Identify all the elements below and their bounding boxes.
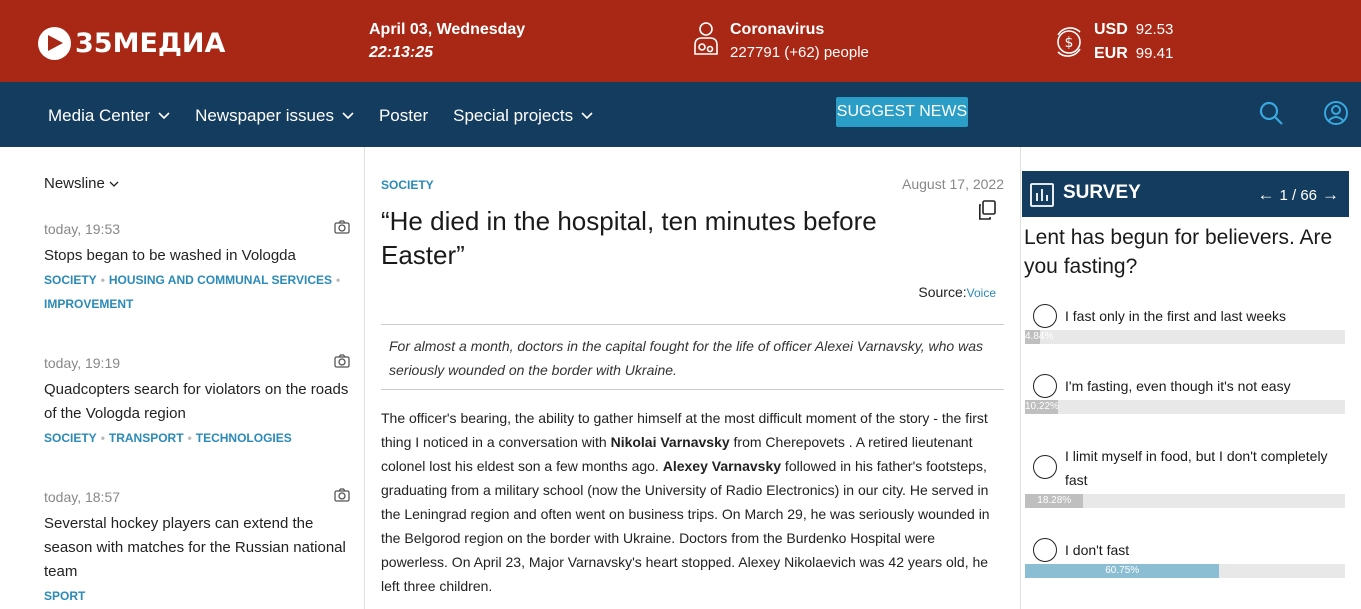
radio-button[interactable] (1033, 455, 1057, 479)
result-bar: 4.84% (1025, 330, 1345, 344)
person-name: Alexey Varnavsky (662, 458, 782, 474)
search-icon[interactable] (1258, 100, 1284, 126)
chevron-down-icon (581, 112, 593, 120)
chevron-down-icon (158, 112, 170, 120)
currency-usd: USD 92.53 (1094, 21, 1174, 38)
person-virus-icon (694, 22, 718, 55)
nav-special-projects[interactable]: Special projects (453, 106, 593, 126)
news-title[interactable]: Quadcopters search for violators on the … (44, 378, 356, 426)
news-time: today, 19:19 (44, 355, 121, 371)
article: SOCIETY August 17, 2022 “He died in the … (381, 147, 1004, 609)
camera-icon (334, 488, 350, 502)
newsline-header[interactable]: Newsline (44, 175, 119, 192)
currency-widget: $ USD 92.53 EUR 99.41 (1052, 21, 1173, 69)
chevron-down-icon (109, 181, 119, 187)
survey-header: SURVEY ← 1 / 66 → (1022, 171, 1349, 217)
article-title: “He died in the hospital, ten minutes be… (381, 206, 877, 270)
coronavirus-count: 227791 (+62) people (730, 44, 869, 61)
article-body: The officer's bearing, the ability to ga… (381, 410, 990, 594)
person-name: Nikolai Varnavsky (610, 434, 730, 450)
nav-newspaper-issues[interactable]: Newspaper issues (195, 106, 354, 126)
svg-text:$: $ (1065, 35, 1074, 51)
survey-pager: ← 1 / 66 → (1257, 185, 1339, 205)
camera-icon (334, 220, 350, 234)
newsline-item[interactable]: today, 19:53 Stops began to be washed in… (44, 220, 356, 316)
option-label: I fast only in the first and last weeks (1065, 308, 1286, 324)
news-time: today, 18:57 (44, 489, 121, 505)
result-percent: 10.22% (1025, 401, 1059, 412)
result-bar: 60.75% (1025, 564, 1345, 578)
radio-button[interactable] (1033, 374, 1057, 398)
article-section-link[interactable]: SOCIETY (381, 178, 434, 192)
result-percent: 4.84% (1025, 331, 1054, 342)
current-date: April 03, Wednesday (369, 21, 526, 38)
result-bar: 18.28% (1025, 494, 1345, 508)
newsline-panel: Newsline today, 19:53 Stops began to be … (0, 147, 365, 609)
coronavirus-title: Coronavirus (730, 21, 825, 38)
arrow-left-icon[interactable]: ← (1257, 185, 1274, 205)
nav-media-center[interactable]: Media Center (48, 106, 170, 126)
newsline-item[interactable]: today, 18:57 Severstal hockey players ca… (44, 488, 356, 608)
suggest-news-button[interactable]: SUGGEST NEWS (836, 97, 968, 127)
coronavirus-widget[interactable]: Coronavirus 227791 (+62) people (693, 21, 869, 61)
tag-link[interactable]: SOCIETY (44, 273, 97, 287)
site-logo[interactable]: 35МЕДИА (38, 27, 225, 60)
survey-panel: SURVEY ← 1 / 66 → Lent has begun for bel… (1020, 147, 1361, 609)
survey-question: Lent has begun for believers. Are you fa… (1024, 226, 1333, 278)
radio-button[interactable] (1033, 304, 1057, 328)
option-label: I don't fast (1065, 542, 1130, 558)
option-label: I limit myself in food, but I don't comp… (1065, 448, 1328, 488)
chevron-down-icon (342, 112, 354, 120)
survey-label: SURVEY (1063, 182, 1141, 203)
result-percent: 60.75% (1105, 565, 1140, 576)
news-title[interactable]: Stops began to be washed in Vologda (44, 244, 356, 268)
newsline-item[interactable]: today, 19:19 Quadcopters search for viol… (44, 354, 356, 450)
main-navigation: Media Center Newspaper issues Poster Spe… (0, 82, 1361, 147)
logo-mark-icon (38, 27, 71, 60)
article-lead: For almost a month, doctors in the capit… (381, 324, 1004, 390)
survey-page-count: 1 / 66 (1279, 186, 1317, 204)
article-date: August 17, 2022 (902, 176, 1004, 192)
copy-icon[interactable] (978, 200, 996, 220)
news-tags: SOCIETY • HOUSING AND COMMUNAL SERVICES • IM… (44, 273, 341, 311)
arrow-right-icon[interactable]: → (1322, 185, 1339, 205)
tag-link[interactable]: HOUSING AND COMMUNAL SERVICES (109, 273, 332, 287)
result-percent: 18.28% (1037, 495, 1072, 506)
top-header-bar: 35МЕДИА April 03, Wednesday 22:13:25 Cor… (0, 0, 1361, 82)
news-tags: SPORT (44, 584, 356, 608)
option-label: I'm fasting, even though it's not easy (1065, 378, 1291, 394)
news-tags: SOCIETY • TRANSPORT • TECHNOLOGIES (44, 431, 292, 445)
radio-button[interactable] (1033, 538, 1057, 562)
source-link[interactable]: Voice (967, 286, 996, 300)
article-source: Source:Voice (918, 284, 996, 300)
result-bar: 10.22% (1025, 400, 1345, 414)
tag-link[interactable]: TRANSPORT (109, 431, 184, 445)
date-time: April 03, Wednesday 22:13:25 (369, 21, 525, 62)
currency-eur: EUR 99.41 (1094, 45, 1174, 62)
tag-link[interactable]: SPORT (44, 589, 85, 603)
currency-exchange-icon: $ (1057, 27, 1081, 57)
nav-poster[interactable]: Poster (379, 106, 428, 126)
logo-text: 35МЕДИА (75, 28, 226, 59)
news-title[interactable]: Severstal hockey players can extend the … (44, 512, 356, 584)
bar-chart-icon (1030, 183, 1054, 207)
tag-link[interactable]: SOCIETY (44, 431, 97, 445)
current-time: 22:13:25 (369, 44, 434, 61)
tag-link[interactable]: IMPROVEMENT (44, 297, 133, 311)
camera-icon (334, 354, 350, 368)
user-account-icon[interactable] (1323, 100, 1349, 126)
tag-link[interactable]: TECHNOLOGIES (196, 431, 292, 445)
news-time: today, 19:53 (44, 221, 121, 237)
